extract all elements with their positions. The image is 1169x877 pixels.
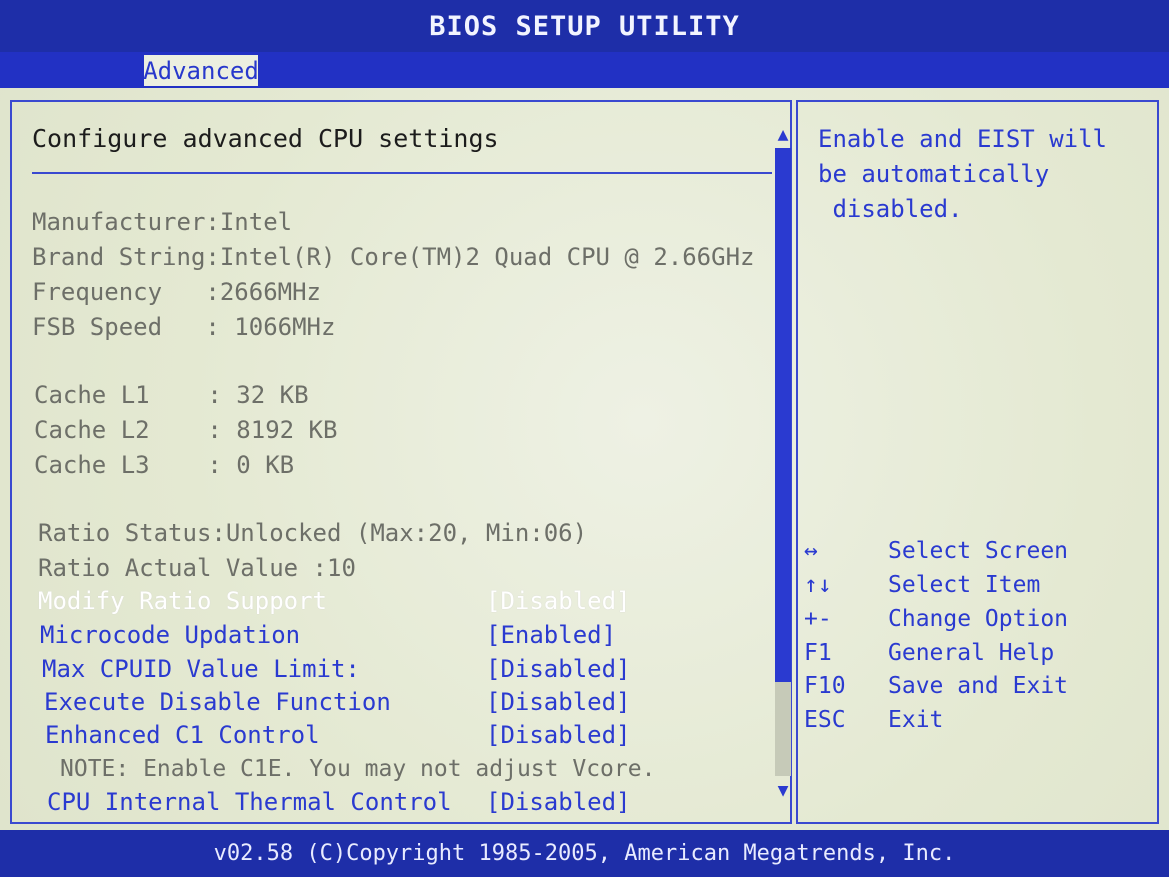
key-help-key: F10 [804, 673, 846, 699]
info-value: : 8192 KB [207, 416, 338, 444]
option-execute-disable-function[interactable]: Execute Disable Function [44, 687, 391, 717]
key-help-row: +- Change Option [798, 606, 1158, 636]
info-value: :Intel [205, 208, 293, 236]
note-text: NOTE: Enable C1E. You may not adjust Vco… [60, 756, 656, 782]
scroll-down-icon[interactable]: ▼ [773, 780, 793, 801]
bios-screen: BIOS SETUP UTILITY Advanced Configure ad… [0, 0, 1169, 877]
option-cpu-internal-thermal-control-value[interactable]: [Disabled] [486, 787, 631, 817]
option-enhanced-c1-control[interactable]: Enhanced C1 Control [45, 720, 320, 750]
info-value: : 1066MHz [205, 313, 336, 341]
info-label: Cache L3 [34, 451, 208, 479]
scrollbar-thumb[interactable] [775, 148, 791, 682]
key-help-action: Save and Exit [888, 673, 1069, 699]
tab-bar: Advanced [0, 52, 1169, 88]
key-help-row: F1 General Help [798, 640, 1158, 670]
info-row-ratio-actual: Ratio Actual Value :10 [38, 553, 356, 583]
info-row-ratio-status: Ratio Status:Unlocked (Max:20, Min:06) [38, 518, 587, 548]
info-label: Ratio Actual Value [38, 554, 313, 582]
scroll-up-icon[interactable]: ▲ [773, 124, 793, 145]
option-microcode-updation[interactable]: Microcode Updation [40, 620, 300, 650]
tab-advanced[interactable]: Advanced [143, 55, 259, 86]
key-help-action: Exit [888, 707, 944, 733]
key-help-row: ESC Exit [798, 707, 1158, 737]
key-help-action: General Help [888, 640, 1055, 666]
key-help-action: Change Option [888, 606, 1069, 632]
settings-panel: Configure advanced CPU settings Manufact… [10, 100, 792, 824]
info-label: Ratio Status [38, 519, 212, 547]
info-value: :2666MHz [205, 278, 321, 306]
key-help-row: F10 Save and Exit [798, 673, 1158, 703]
arrows-vertical-icon: ↑↓ [804, 572, 832, 598]
option-max-cpuid-value-limit-value[interactable]: [Disabled] [486, 654, 631, 684]
help-line: be automatically [818, 160, 1050, 188]
key-help-key: +- [804, 606, 832, 632]
key-help-key: F1 [804, 640, 832, 666]
section-title: Configure advanced CPU settings [32, 124, 499, 153]
main-area: Configure advanced CPU settings Manufact… [0, 88, 1169, 830]
key-help-action: Select Screen [888, 538, 1069, 564]
info-value: :10 [312, 554, 356, 582]
copyright-text: v02.58 (C)Copyright 1985-2005, American … [213, 841, 956, 866]
help-panel: Enable and EIST will be automatically di… [796, 100, 1159, 824]
info-row-brand-string: Brand String:Intel(R) Core(TM)2 Quad CPU… [32, 242, 754, 272]
info-label: FSB Speed [32, 313, 206, 341]
option-modify-ratio-support[interactable]: Modify Ratio Support [38, 586, 327, 616]
key-help-row: ↔ Select Screen [798, 538, 1158, 568]
option-enhanced-c1-control-value[interactable]: [Disabled] [486, 720, 631, 750]
info-label: Manufacturer [32, 208, 206, 236]
title-bar: BIOS SETUP UTILITY [0, 0, 1169, 52]
arrows-horizontal-icon: ↔ [804, 538, 818, 564]
key-help-key: ESC [804, 707, 846, 733]
section-divider [32, 172, 772, 174]
option-execute-disable-function-value[interactable]: [Disabled] [486, 687, 631, 717]
info-row-cache-l3: Cache L3 : 0 KB [34, 450, 294, 480]
info-row-cache-l1: Cache L1 : 32 KB [34, 380, 309, 410]
app-title: BIOS SETUP UTILITY [429, 10, 740, 42]
option-microcode-updation-value[interactable]: [Enabled] [486, 620, 616, 650]
option-cpu-internal-thermal-control[interactable]: CPU Internal Thermal Control [47, 787, 452, 817]
info-label: Frequency [32, 278, 206, 306]
info-value: : 32 KB [207, 381, 309, 409]
option-max-cpuid-value-limit[interactable]: Max CPUID Value Limit: [42, 654, 360, 684]
info-row-fsb-speed: FSB Speed : 1066MHz [32, 312, 335, 342]
help-line: Enable and EIST will [818, 125, 1107, 153]
info-row-manufacturer: Manufacturer:Intel [32, 207, 292, 237]
info-value: : 0 KB [207, 451, 295, 479]
info-row-cache-l2: Cache L2 : 8192 KB [34, 415, 337, 445]
info-value: :Intel(R) Core(TM)2 Quad CPU @ 2.66GHz [205, 243, 755, 271]
help-line: disabled. [818, 195, 963, 223]
info-label: Cache L2 [34, 416, 208, 444]
info-label: Cache L1 [34, 381, 208, 409]
key-help-action: Select Item [888, 572, 1041, 598]
info-value: :Unlocked (Max:20, Min:06) [211, 519, 588, 547]
key-help-row: ↑↓ Select Item [798, 572, 1158, 602]
info-row-frequency: Frequency :2666MHz [32, 277, 321, 307]
info-label: Brand String [32, 243, 206, 271]
option-modify-ratio-support-value[interactable]: [Disabled] [486, 586, 631, 616]
footer-bar: v02.58 (C)Copyright 1985-2005, American … [0, 830, 1169, 877]
